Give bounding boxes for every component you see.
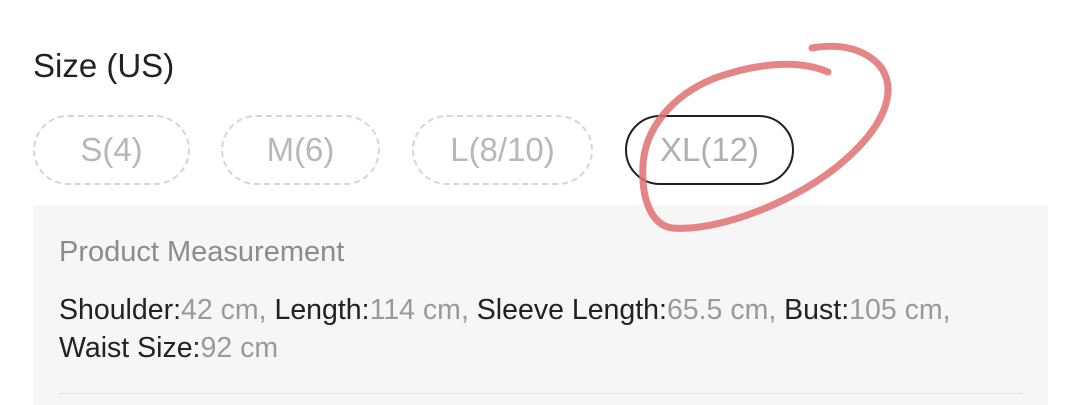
length-value: 114 cm bbox=[369, 294, 461, 326]
waist-size-value: 92 cm bbox=[200, 332, 279, 364]
shoulder-value: 42 cm bbox=[181, 294, 259, 326]
bust-value: 105 cm bbox=[849, 294, 943, 326]
divider bbox=[59, 393, 1023, 394]
size-option-m[interactable]: M(6) bbox=[221, 115, 380, 185]
sleeve-length-key: Sleeve Length: bbox=[476, 294, 667, 326]
length-key: Length: bbox=[274, 294, 370, 326]
separator: , bbox=[768, 294, 785, 326]
waist-size-key: Waist Size: bbox=[59, 332, 201, 364]
measurement-panel: Product Measurement Shoulder:42 cm, Leng… bbox=[33, 205, 1048, 405]
separator: , bbox=[258, 294, 275, 326]
size-option-s[interactable]: S(4) bbox=[33, 115, 190, 185]
size-title: Size (US) bbox=[33, 47, 175, 84]
shoulder-key: Shoulder: bbox=[59, 294, 182, 326]
size-option-l[interactable]: L(8/10) bbox=[412, 115, 593, 185]
measurement-title: Product Measurement bbox=[59, 236, 345, 268]
separator: , bbox=[942, 294, 951, 326]
sleeve-length-value: 65.5 cm bbox=[666, 294, 769, 326]
size-option-xl[interactable]: XL(12) bbox=[625, 115, 794, 185]
measurement-text: Shoulder:42 cm, Length:114 cm, Sleeve Le… bbox=[59, 291, 1039, 367]
bust-key: Bust: bbox=[784, 294, 850, 326]
separator: , bbox=[460, 294, 477, 326]
